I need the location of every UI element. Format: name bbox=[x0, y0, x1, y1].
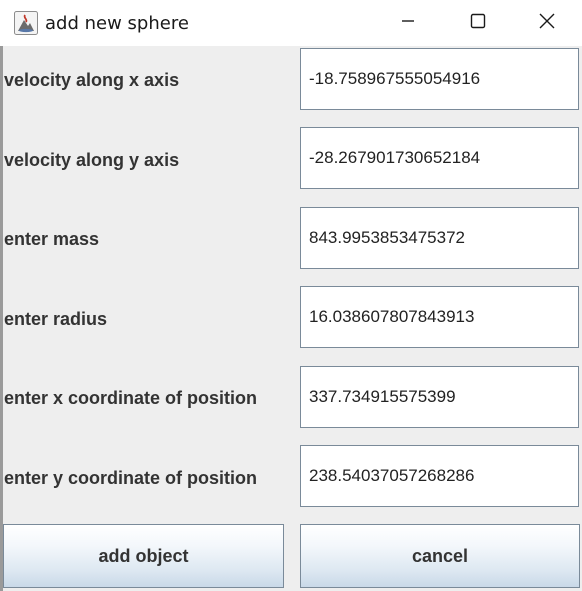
velocity-y-label: velocity along y axis bbox=[4, 150, 180, 170]
add-object-button[interactable]: add object bbox=[3, 524, 284, 588]
maximize-icon bbox=[470, 13, 486, 34]
radius-field[interactable]: 16.038607807843913 bbox=[300, 286, 579, 348]
window-left-edge bbox=[0, 46, 3, 591]
cancel-button[interactable]: cancel bbox=[300, 524, 580, 588]
java-app-icon bbox=[14, 11, 38, 35]
velocity-x-label: velocity along x axis bbox=[4, 70, 180, 90]
minimize-icon bbox=[400, 13, 416, 34]
dialog-window: add new sphere velocity along x axis -18… bbox=[0, 0, 582, 591]
position-x-label: enter x coordinate of position bbox=[4, 388, 258, 408]
position-y-field[interactable]: 238.54037057268286 bbox=[300, 445, 579, 507]
radius-label: enter radius bbox=[4, 309, 108, 329]
window-title: add new sphere bbox=[45, 13, 189, 34]
mass-label: enter mass bbox=[4, 229, 100, 249]
maximize-button[interactable] bbox=[443, 0, 513, 46]
mass-field[interactable]: 843.9953853475372 bbox=[300, 207, 579, 269]
velocity-y-field[interactable]: -28.267901730652184 bbox=[300, 127, 579, 189]
minimize-button[interactable] bbox=[373, 0, 443, 46]
position-y-label: enter y coordinate of position bbox=[4, 468, 258, 488]
title-bar[interactable]: add new sphere bbox=[0, 0, 582, 46]
velocity-x-field[interactable]: -18.758967555054916 bbox=[300, 48, 579, 110]
close-button[interactable] bbox=[512, 0, 582, 46]
position-x-field[interactable]: 337.734915575399 bbox=[300, 366, 579, 428]
close-icon bbox=[538, 12, 556, 35]
